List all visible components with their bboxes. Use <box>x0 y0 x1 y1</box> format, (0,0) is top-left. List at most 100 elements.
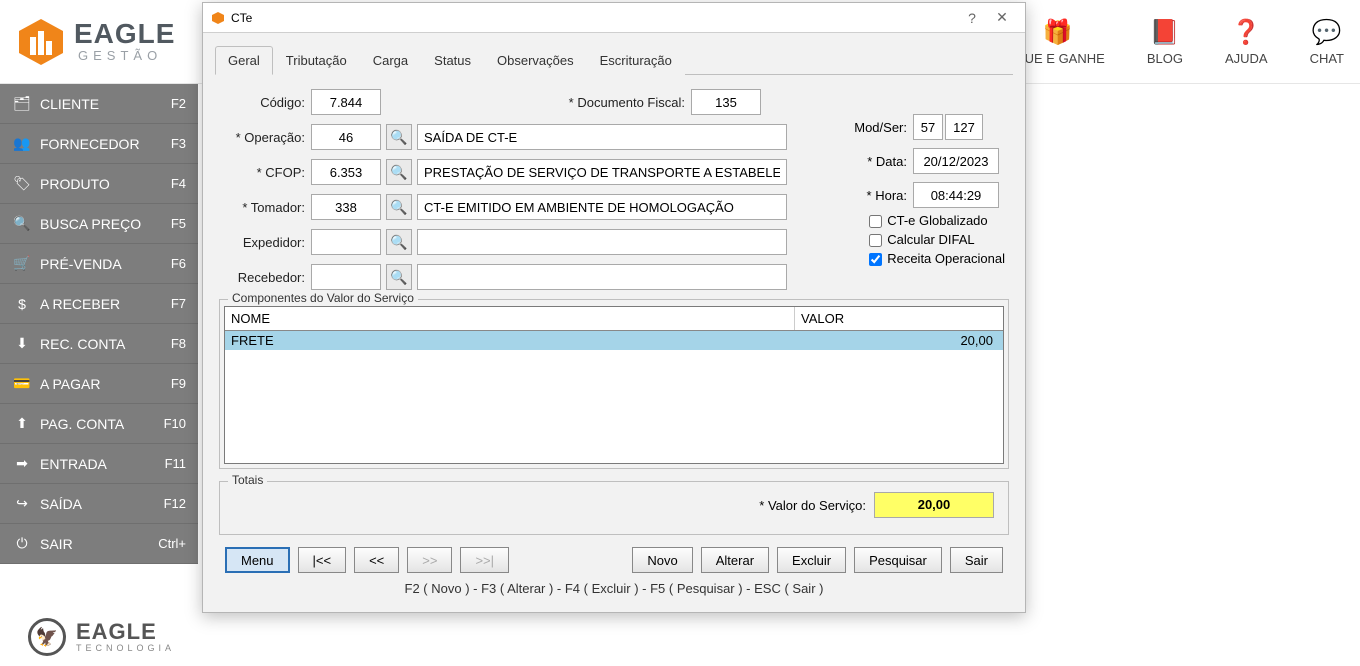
lookup-expedidor[interactable]: 🔍 <box>386 229 412 255</box>
prev-button[interactable]: << <box>354 547 399 573</box>
sidebar-item-sada[interactable]: ↪SAÍDAF12 <box>0 484 198 524</box>
lookup-cfop[interactable]: 🔍 <box>386 159 412 185</box>
sidebar-item-fornecedor[interactable]: 👥FORNECEDORF3 <box>0 124 198 164</box>
fieldset-componentes: Componentes do Valor do Serviço NOME VAL… <box>219 299 1009 469</box>
tab-status[interactable]: Status <box>421 46 484 75</box>
sidebar-item-apagar[interactable]: 💳A PAGARF9 <box>0 364 198 404</box>
novo-button[interactable]: Novo <box>632 547 692 573</box>
input-expedidor-cod[interactable] <box>311 229 381 255</box>
sidebar-item-cliente[interactable]: 🗂CLIENTEF2 <box>0 84 198 124</box>
checkbox-globalizado[interactable] <box>869 215 882 228</box>
th-valor: VALOR <box>795 307 1003 330</box>
gift-icon: 🎁 <box>1043 18 1073 47</box>
lookup-operacao[interactable]: 🔍 <box>386 124 412 150</box>
input-hora[interactable] <box>913 182 999 208</box>
th-nome: NOME <box>225 307 795 330</box>
logo-icon <box>16 17 66 67</box>
check-label: Calcular DIFAL <box>887 232 974 247</box>
next-button[interactable]: >> <box>407 547 452 573</box>
excluir-button[interactable]: Excluir <box>777 547 846 573</box>
sidebar-label: FORNECEDOR <box>40 136 171 152</box>
tab-observações[interactable]: Observações <box>484 46 587 75</box>
input-tomador-desc[interactable] <box>417 194 787 220</box>
sidebar-label: SAÍDA <box>40 496 164 512</box>
footer-logo: 🦅 EAGLE TECNOLOGIA <box>28 618 175 656</box>
alterar-button[interactable]: Alterar <box>701 547 769 573</box>
sidebar-key: F3 <box>171 136 186 151</box>
input-codigo[interactable] <box>311 89 381 115</box>
sidebar-item-produto[interactable]: 🏷 PRODUTOF4 <box>0 164 198 204</box>
legend-totais: Totais <box>228 473 267 487</box>
sidebar-label: PRÉ-VENDA <box>40 256 171 272</box>
first-button[interactable]: |<< <box>298 547 347 573</box>
header-chat[interactable]: 💬CHAT <box>1310 18 1344 66</box>
help-button[interactable]: ? <box>957 10 987 26</box>
sidebar-item-buscapreo[interactable]: 🔍BUSCA PREÇOF5 <box>0 204 198 244</box>
input-doc[interactable] <box>691 89 761 115</box>
table-row[interactable]: FRETE 20,00 <box>225 331 1003 350</box>
sidebar-icon: 🏷 <box>12 175 32 192</box>
lookup-tomador[interactable]: 🔍 <box>386 194 412 220</box>
sidebar-item-prvenda[interactable]: 🛒PRÉ-VENDAF6 <box>0 244 198 284</box>
check-globalizado[interactable]: CT-e Globalizado <box>869 213 1005 228</box>
sidebar-key: F6 <box>171 256 186 271</box>
tab-carga[interactable]: Carga <box>360 46 421 75</box>
tab-tributação[interactable]: Tributação <box>273 46 360 75</box>
sidebar-icon: 💳 <box>12 375 32 392</box>
book-icon: 📕 <box>1150 18 1180 47</box>
dialog-titlebar[interactable]: CTe ? ✕ <box>203 3 1025 33</box>
input-data[interactable] <box>913 148 999 174</box>
label-tomador: * Tomador: <box>219 200 311 215</box>
label-valorserv: * Valor do Serviço: <box>759 498 866 513</box>
input-ser[interactable] <box>945 114 983 140</box>
last-button[interactable]: >>| <box>460 547 509 573</box>
input-cfop-desc[interactable] <box>417 159 787 185</box>
sidebar-item-areceber[interactable]: $A RECEBERF7 <box>0 284 198 324</box>
sidebar-item-entrada[interactable]: ➡ENTRADAF11 <box>0 444 198 484</box>
sidebar-label: A RECEBER <box>40 296 171 312</box>
tab-escrituração[interactable]: Escrituração <box>587 46 685 75</box>
input-operacao-desc[interactable] <box>417 124 787 150</box>
check-difal[interactable]: Calcular DIFAL <box>869 232 1005 247</box>
input-recebedor-desc[interactable] <box>417 264 787 290</box>
table-componentes[interactable]: NOME VALOR FRETE 20,00 <box>224 306 1004 464</box>
checkbox-difal[interactable] <box>869 234 882 247</box>
input-operacao-cod[interactable] <box>311 124 381 150</box>
help-icon: ❓ <box>1231 18 1261 47</box>
input-expedidor-desc[interactable] <box>417 229 787 255</box>
input-tomador-cod[interactable] <box>311 194 381 220</box>
header-ajuda[interactable]: ❓AJUDA <box>1225 18 1268 66</box>
pesquisar-button[interactable]: Pesquisar <box>854 547 942 573</box>
sidebar-label: PRODUTO <box>40 176 171 192</box>
sidebar-item-pagconta[interactable]: ⬆PAG. CONTAF10 <box>0 404 198 444</box>
input-recebedor-cod[interactable] <box>311 264 381 290</box>
chat-icon: 💬 <box>1312 18 1342 47</box>
tab-geral[interactable]: Geral <box>215 46 273 75</box>
app-cube-icon <box>211 11 225 25</box>
label-data: * Data: <box>819 154 913 169</box>
menu-button[interactable]: Menu <box>225 547 290 573</box>
label-expedidor: Expedidor: <box>219 235 311 250</box>
lookup-recebedor[interactable]: 🔍 <box>386 264 412 290</box>
close-button[interactable]: ✕ <box>987 9 1017 26</box>
sidebar-key: F4 <box>171 176 186 191</box>
sidebar-label: ENTRADA <box>40 456 165 472</box>
input-mod[interactable] <box>913 114 943 140</box>
table-header: NOME VALOR <box>225 307 1003 331</box>
check-receita[interactable]: Receita Operacional <box>869 251 1005 266</box>
sair-button[interactable]: Sair <box>950 547 1003 573</box>
cell-nome: FRETE <box>225 331 795 350</box>
value-valorserv: 20,00 <box>874 492 994 518</box>
checkbox-receita[interactable] <box>869 253 882 266</box>
input-cfop-cod[interactable] <box>311 159 381 185</box>
dialog-tabs: GeralTributaçãoCargaStatusObservaçõesEsc… <box>215 45 1013 75</box>
sidebar-item-sair[interactable]: ⏻SAIRCtrl+ <box>0 524 198 564</box>
dialog-title: CTe <box>231 11 252 25</box>
cell-valor: 20,00 <box>795 331 1003 350</box>
sidebar-item-recconta[interactable]: ⬇REC. CONTAF8 <box>0 324 198 364</box>
label-recebedor: Recebedor: <box>219 270 311 285</box>
header-blog[interactable]: 📕BLOG <box>1147 18 1183 66</box>
sidebar-icon: ⏻ <box>12 535 32 552</box>
sidebar-key: F2 <box>171 96 186 111</box>
sidebar: 🗂CLIENTEF2👥FORNECEDORF3 🏷 PRODUTOF4 🔍BUSCA … <box>0 84 198 564</box>
